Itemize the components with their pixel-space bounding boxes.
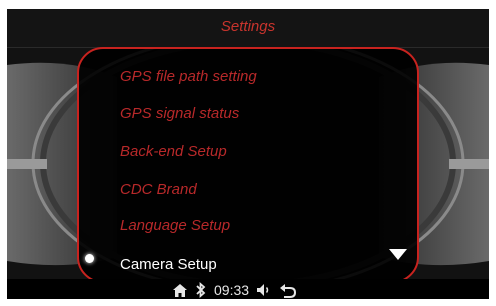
selection-indicator bbox=[85, 254, 94, 263]
page-title: Settings bbox=[220, 18, 276, 35]
volume-icon[interactable] bbox=[256, 283, 272, 297]
status-bar: 09:33 bbox=[7, 279, 489, 299]
back-icon[interactable] bbox=[279, 283, 297, 298]
clock-time: 09:33 bbox=[214, 282, 250, 298]
menu-item-gps-file-path[interactable]: GPS file path setting bbox=[120, 60, 257, 94]
menu-item-cdc-brand[interactable]: CDC Brand bbox=[120, 173, 197, 207]
status-row: 09:33 bbox=[172, 281, 297, 299]
menu-item-camera-setup[interactable]: Camera Setup bbox=[120, 248, 217, 281]
device-screen: Settings GPS file path setting GPS signa… bbox=[7, 9, 489, 299]
bluetooth-icon bbox=[195, 282, 207, 298]
menu-item-back-end-setup[interactable]: Back-end Setup bbox=[120, 135, 227, 169]
menu-item-gps-signal-status[interactable]: GPS signal status bbox=[120, 97, 239, 131]
title-bar: Settings bbox=[7, 9, 489, 48]
scroll-down-arrow-icon[interactable] bbox=[389, 249, 407, 260]
home-icon[interactable] bbox=[172, 283, 188, 298]
menu-item-language-setup[interactable]: Language Setup bbox=[120, 209, 230, 243]
settings-menu-panel: GPS file path setting GPS signal status … bbox=[77, 47, 419, 283]
